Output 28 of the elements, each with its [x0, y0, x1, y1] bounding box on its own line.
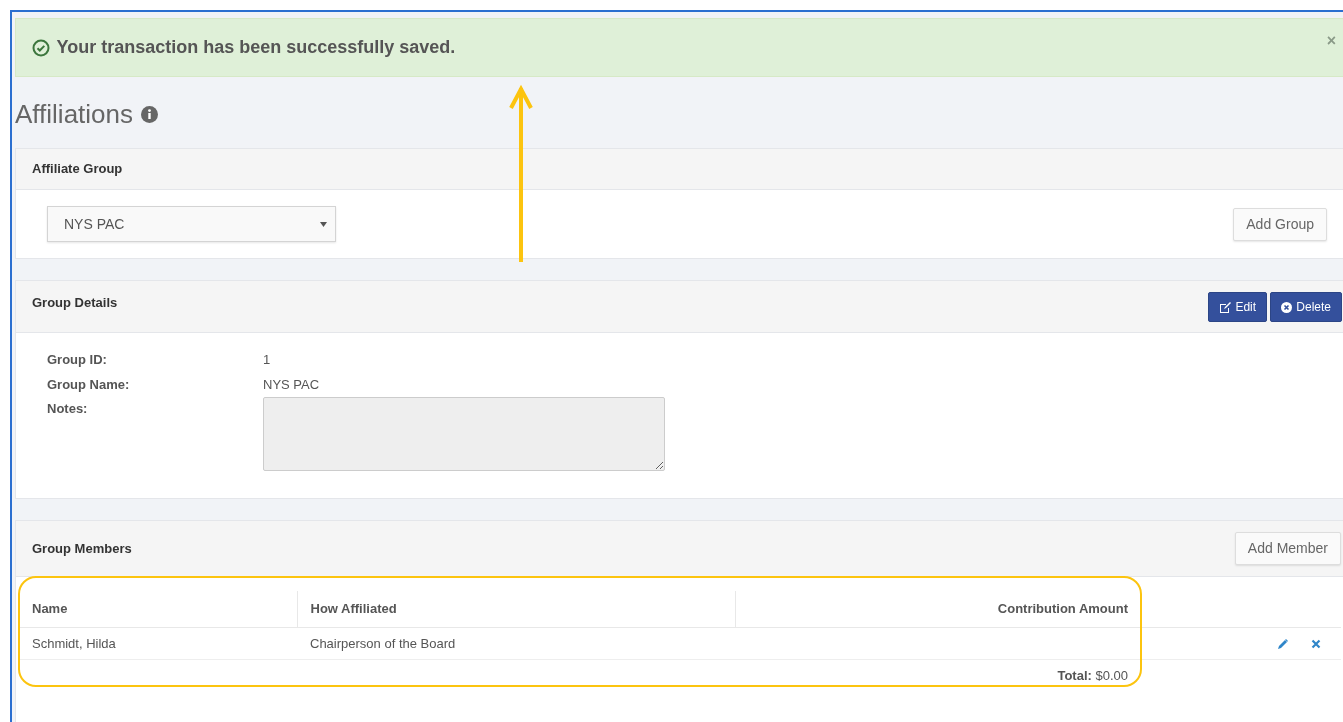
column-header: Name [19, 591, 297, 627]
caret-icon [320, 221, 327, 227]
field-label: Group Name: [47, 375, 131, 394]
field-value: NYS PAC [263, 375, 320, 394]
pencil-icon[interactable] [1277, 638, 1289, 651]
add-group-button[interactable]: Add Group [1233, 207, 1327, 241]
add-member-button[interactable]: Add Member [1234, 532, 1341, 565]
field-label: Notes: [47, 400, 89, 418]
panel-heading: Affiliate Group [32, 160, 123, 179]
table-cell: Schmidt, Hilda [19, 627, 297, 660]
field-value: 1 [263, 351, 271, 369]
check-circle-icon [32, 38, 50, 57]
x-circle-icon [1281, 301, 1293, 313]
alert-message: Your transaction has been successfully saved. [56, 36, 456, 59]
panel-heading: Group Members [32, 539, 132, 558]
panel-heading: Group Details [32, 294, 118, 312]
edit-icon [1219, 301, 1232, 313]
column-header: Contribution Amount [735, 591, 1141, 627]
edit-button[interactable]: Edit [1208, 292, 1268, 322]
delete-icon[interactable] [1311, 639, 1321, 650]
delete-button[interactable]: Delete [1270, 292, 1342, 322]
group-select[interactable]: NYS PAC [47, 206, 336, 242]
total-amount: Total: $0.00 [1057, 668, 1128, 683]
table-cell: Chairperson of the Board [297, 627, 735, 660]
column-header: How Affiliated [297, 591, 735, 627]
info-icon[interactable] [141, 106, 159, 123]
page-title: Affiliations [15, 98, 134, 131]
field-label: Group ID: [47, 351, 108, 369]
